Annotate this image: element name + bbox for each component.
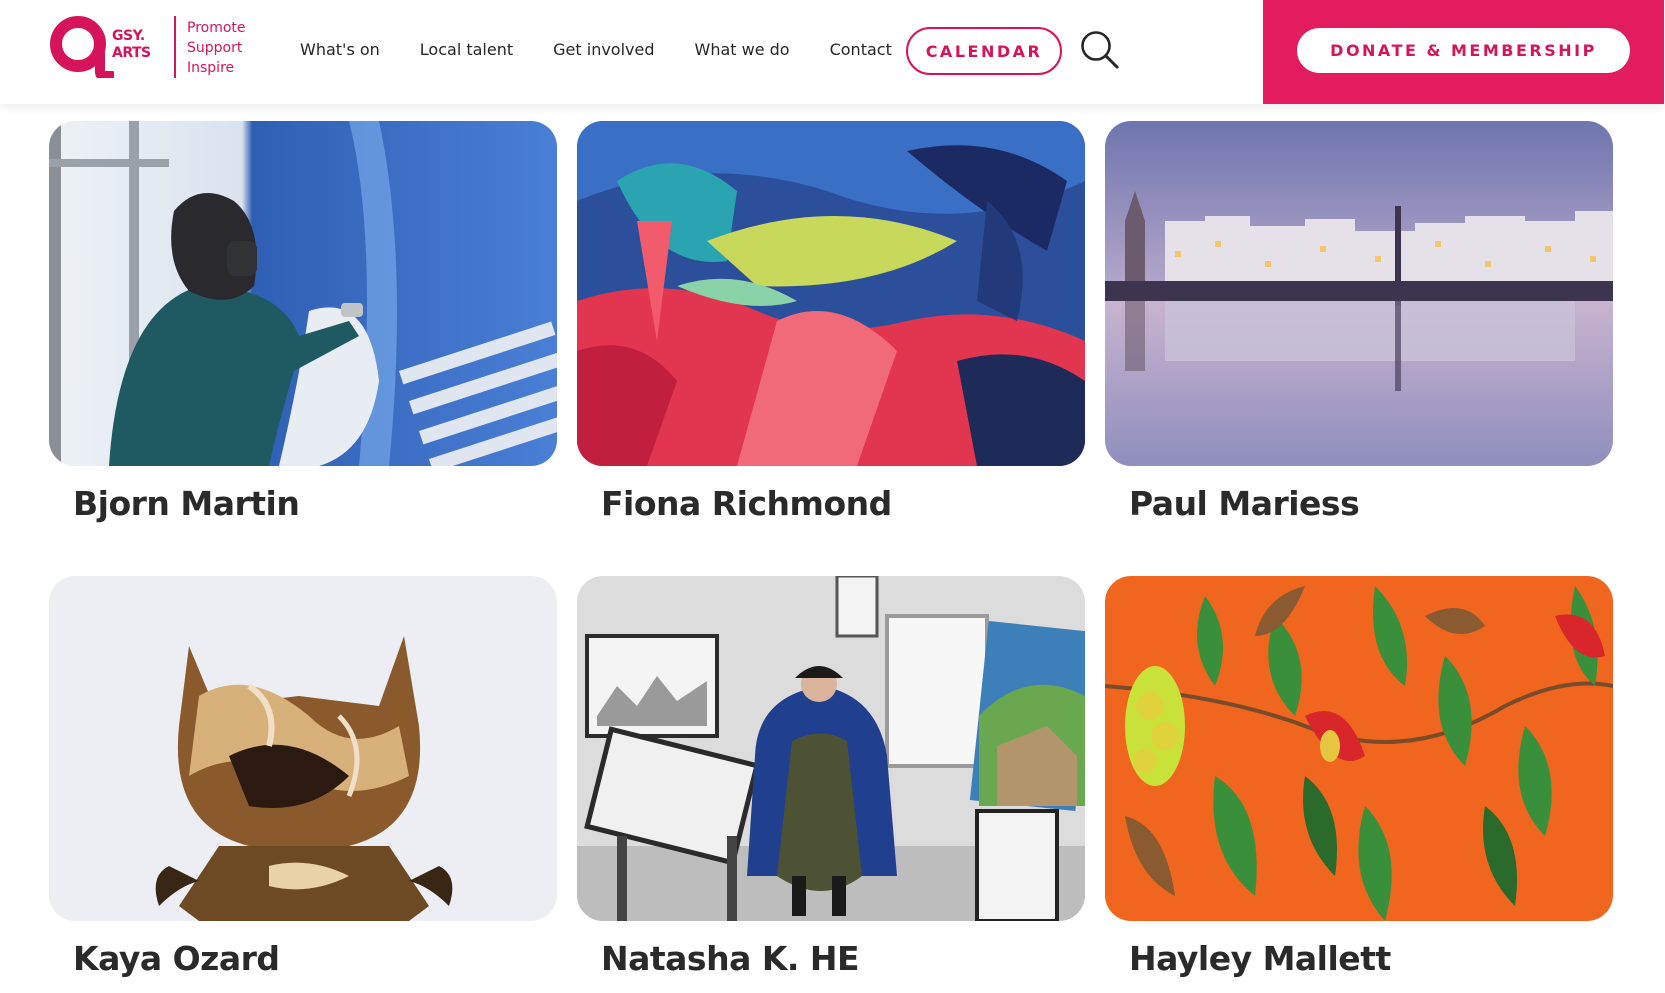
talent-image-paul-mariess[interactable]: [1105, 121, 1613, 466]
nav-what-we-do[interactable]: What we do: [695, 38, 790, 62]
talent-name[interactable]: Fiona Richmond: [601, 484, 1085, 524]
beaded-leaves-image: [1105, 576, 1613, 921]
gsy-arts-logo[interactable]: GSY. ARTS Promote Support Inspire: [50, 16, 250, 78]
talent-image-bjorn-martin[interactable]: [49, 121, 557, 466]
artist-studio-image: [577, 576, 1085, 921]
logo-mark-icon: [50, 16, 114, 78]
talent-image-fiona-richmond[interactable]: [577, 121, 1085, 466]
nav-get-involved[interactable]: Get involved: [553, 38, 654, 62]
abstract-painting-image: [577, 121, 1085, 466]
marbled-cat-figure-image: [49, 576, 557, 921]
talent-card[interactable]: Kaya Ozard: [49, 576, 557, 979]
calendar-button[interactable]: CALENDAR: [906, 27, 1062, 75]
nav-contact[interactable]: Contact: [830, 38, 892, 62]
talent-image-kaya-ozard[interactable]: [49, 576, 557, 921]
nav-whats-on[interactable]: What's on: [300, 38, 380, 62]
talent-image-hayley-mallett[interactable]: [1105, 576, 1613, 921]
talent-name[interactable]: Kaya Ozard: [73, 939, 557, 979]
harbour-town-image: [1105, 121, 1613, 466]
logo-divider: [174, 16, 176, 78]
talent-card[interactable]: Natasha K. HE: [577, 576, 1085, 979]
logo-wordmark: GSY. ARTS: [112, 28, 151, 61]
talent-card[interactable]: Bjorn Martin: [49, 121, 557, 524]
talent-name[interactable]: Paul Mariess: [1129, 484, 1613, 524]
talent-card[interactable]: Hayley Mallett: [1105, 576, 1613, 979]
talent-card[interactable]: Paul Mariess: [1105, 121, 1613, 524]
main-nav: What's on Local talent Get involved What…: [300, 38, 932, 62]
talent-card[interactable]: Fiona Richmond: [577, 121, 1085, 524]
logo-tagline: Promote Support Inspire: [187, 20, 246, 76]
talent-name[interactable]: Bjorn Martin: [73, 484, 557, 524]
mural-painter-image: [49, 121, 557, 466]
talent-name[interactable]: Hayley Mallett: [1129, 939, 1613, 979]
search-icon[interactable]: [1080, 30, 1120, 70]
donate-panel: DONATE & MEMBERSHIP: [1263, 0, 1664, 104]
site-header: GSY. ARTS Promote Support Inspire What's…: [0, 0, 1665, 104]
talent-image-natasha-k-he[interactable]: [577, 576, 1085, 921]
talent-name[interactable]: Natasha K. HE: [601, 939, 1085, 979]
nav-local-talent[interactable]: Local talent: [420, 38, 513, 62]
donate-membership-button[interactable]: DONATE & MEMBERSHIP: [1297, 28, 1630, 73]
